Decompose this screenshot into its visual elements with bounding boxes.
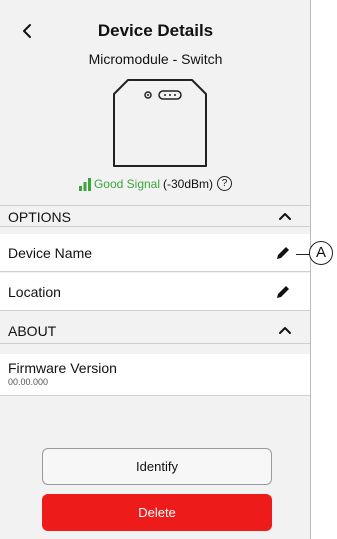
signal-quality-label: Good Signal (93, 176, 161, 191)
signal-status: Good Signal (-30dBm) ? (0, 176, 311, 191)
help-icon[interactable]: ? (217, 176, 233, 191)
phone-screen: Device Details Micromodule - Switch Good… (0, 0, 311, 539)
firmware-version-label: Firmware Version (8, 360, 117, 376)
about-section-label: ABOUT (8, 323, 57, 339)
micromodule-device-image (113, 79, 207, 167)
chevron-up-icon[interactable] (278, 210, 292, 222)
device-name-row[interactable]: Device Name (0, 234, 310, 272)
firmware-version-row: Firmware Version 00.00.000 (0, 354, 310, 396)
location-row[interactable]: Location (0, 273, 310, 311)
chevron-up-icon[interactable] (278, 324, 292, 336)
identify-button[interactable]: Identify (42, 448, 272, 485)
pencil-icon[interactable] (276, 246, 290, 260)
callout-leader-line (296, 254, 310, 255)
page-title: Device Details (97, 21, 214, 40)
signal-strength: (-30dBm) (163, 176, 214, 191)
options-section-header[interactable]: OPTIONS (0, 205, 310, 227)
about-section-header[interactable]: ABOUT (0, 318, 310, 344)
signal-bars-icon (78, 177, 91, 191)
device-name-label: Device Name (8, 245, 93, 261)
pencil-icon[interactable] (276, 285, 290, 299)
location-label: Location (8, 284, 61, 300)
device-subtitle: Micromodule - Switch (88, 51, 223, 67)
firmware-version-value: 00.00.000 (8, 377, 49, 387)
callout-marker-a: A (309, 241, 333, 265)
options-section-label: OPTIONS (8, 209, 72, 225)
delete-button[interactable]: Delete (42, 494, 272, 531)
